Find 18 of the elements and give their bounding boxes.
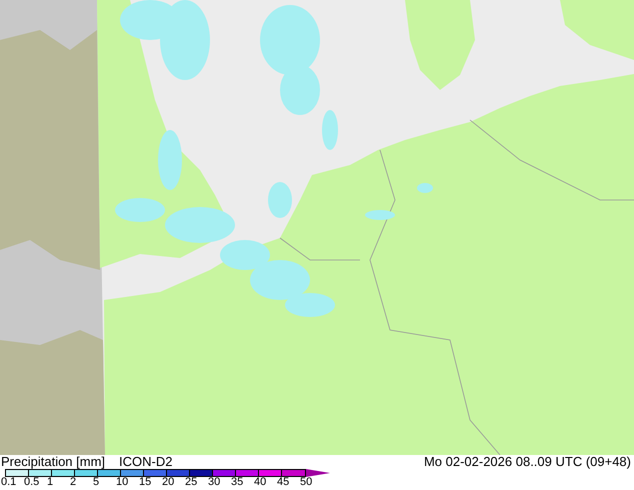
- scale-label: 2: [70, 477, 78, 488]
- scale-label: 0.5: [24, 477, 40, 488]
- scale-label: 5: [93, 477, 100, 488]
- scale-label: 1: [47, 477, 54, 488]
- scale-label: 0.1: [1, 477, 18, 488]
- scale-label: 15: [139, 477, 152, 488]
- scale-arrow-icon: [306, 469, 330, 477]
- model-name: ICON-D2: [119, 455, 172, 468]
- scale-label: 10: [116, 477, 130, 488]
- scale-label: 35: [231, 477, 244, 488]
- valid-time: Mo 02-02-2026 08..09 UTC (09+48): [424, 455, 632, 468]
- scale-label: 30: [208, 477, 222, 488]
- scale-label: 50: [300, 477, 312, 488]
- scale-label: 20: [162, 477, 176, 488]
- scale-label: 40: [254, 477, 268, 488]
- map-title: Precipitation [mm]: [1, 455, 106, 468]
- scale-label: 25: [185, 477, 198, 488]
- scale-label: 45: [277, 477, 290, 488]
